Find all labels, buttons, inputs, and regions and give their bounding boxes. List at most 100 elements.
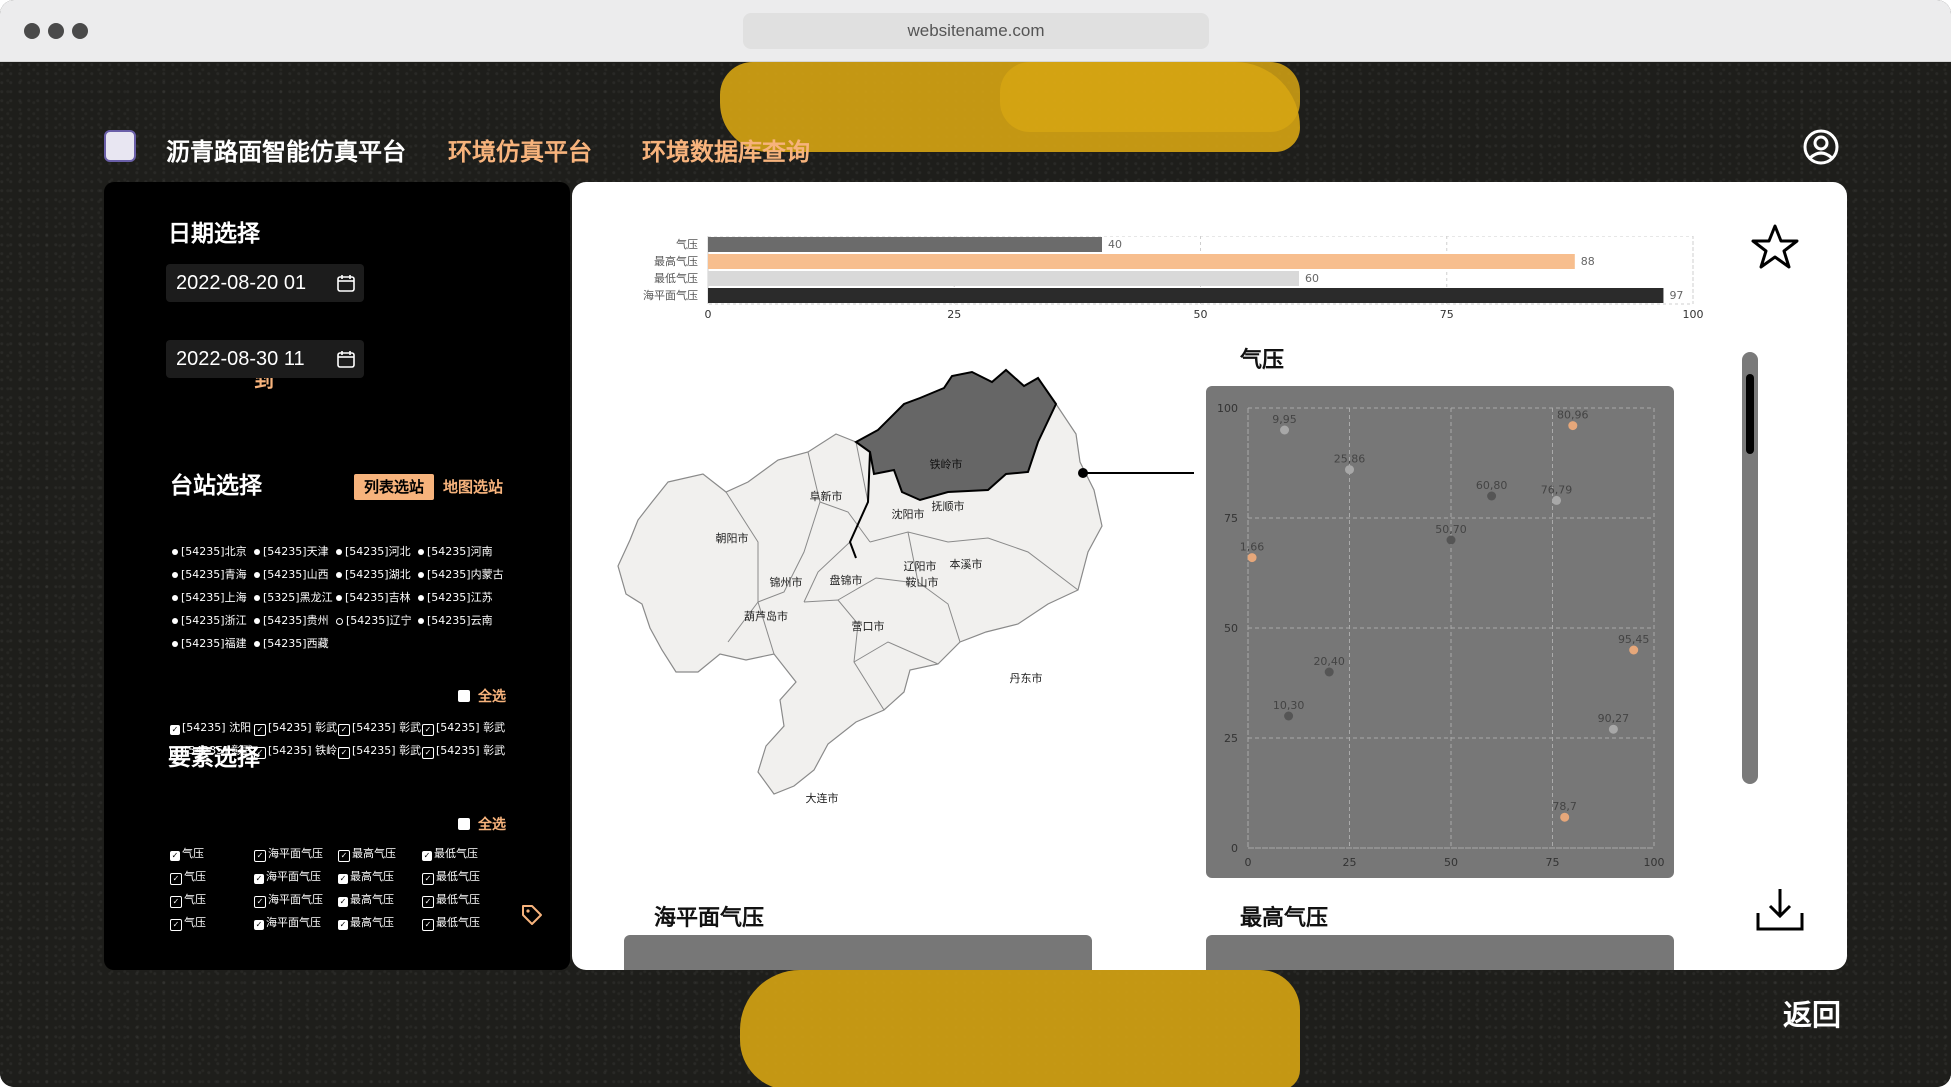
element-checkbox[interactable]: 气压: [170, 889, 254, 911]
scatter-point: [1629, 645, 1639, 655]
max-pressure-title: 最高气压: [1240, 906, 1329, 931]
scatter-x-tick-label: 100: [1644, 856, 1665, 869]
scatter-x-tick-label: 25: [1343, 856, 1357, 869]
bar: [708, 288, 1664, 303]
scatter-y-tick-label: 100: [1217, 402, 1238, 415]
station-option-selected[interactable]: [54235]辽宁: [336, 610, 418, 632]
tag-icon[interactable]: [520, 903, 544, 927]
bar-category-label: 气压: [676, 237, 698, 251]
date-section-title: 日期选择: [168, 221, 260, 247]
date-from-input[interactable]: 2022-08-20 01: [166, 264, 364, 302]
chosen-station-checkbox[interactable]: [54235] 彰武: [422, 740, 506, 762]
nav-env-simulation[interactable]: 环境仿真平台: [448, 132, 592, 167]
scatter-point: [1247, 553, 1257, 563]
element-checkbox[interactable]: 最高气压: [338, 843, 422, 865]
tab-map-select[interactable]: 地图选站: [443, 474, 503, 500]
station-option[interactable]: [54235]吉林: [336, 587, 418, 609]
scatter-point: [1560, 812, 1570, 822]
station-option[interactable]: [54235]湖北: [336, 564, 418, 586]
element-checkbox[interactable]: 海平面气压: [254, 866, 338, 888]
station-option[interactable]: [54235]江苏: [418, 587, 500, 609]
element-checkbox[interactable]: 最低气压: [422, 889, 506, 911]
date-to-value: 2022-08-30 11: [176, 348, 305, 370]
element-checkbox[interactable]: 最低气压: [422, 912, 506, 934]
liaoning-province-map[interactable]: 铁岭市阜新市沈阳市抚顺市朝阳市辽阳市 本溪市锦州市 盘锦市 鞍山市葫芦岛市营口市丹东市…: [608, 342, 1118, 862]
city-label: 朝阳市: [716, 531, 749, 545]
station-option[interactable]: [54235]山西: [254, 564, 336, 586]
browser-toolbar: websitename.com: [0, 0, 1951, 62]
city-label: 铁岭市: [930, 457, 963, 471]
bar-value-label: 88: [1581, 255, 1595, 268]
element-checkbox[interactable]: 海平面气压: [254, 912, 338, 934]
calendar-icon[interactable]: [336, 273, 356, 293]
element-bar-chart: 0 25 50 75 100 气压 40 最高气压 88 最低气压 60 海平面气压 97: [643, 236, 1704, 321]
element-checkbox[interactable]: 最高气压: [338, 889, 422, 911]
tab-list-select[interactable]: 列表选站: [354, 474, 434, 500]
station-option[interactable]: [5325]黑龙江: [254, 587, 336, 609]
station-option[interactable]: [54235]上海: [172, 587, 254, 609]
select-all-stations[interactable]: 全选: [458, 686, 506, 706]
scrollbar-thumb[interactable]: [1746, 374, 1754, 454]
address-bar[interactable]: websitename.com: [743, 13, 1209, 49]
chosen-station-checkbox[interactable]: [54235] 铁岭: [254, 740, 338, 762]
station-option[interactable]: [54235]西藏: [254, 633, 336, 655]
scatter-y-tick-label: 75: [1224, 512, 1238, 525]
element-checkbox[interactable]: 气压: [170, 866, 254, 888]
bar-category-label: 最高气压: [654, 254, 698, 268]
window-maximize-dot[interactable]: [72, 23, 88, 39]
element-checkbox[interactable]: 最高气压: [338, 912, 422, 934]
scatter-point-label: 80,96: [1557, 409, 1589, 422]
element-checkbox[interactable]: 最低气压: [422, 866, 506, 888]
chosen-station-checkbox[interactable]: [54235] 彰武: [422, 717, 506, 739]
scatter-point: [1487, 491, 1497, 501]
element-checkbox[interactable]: 最高气压: [338, 866, 422, 888]
station-option[interactable]: [54235]北京: [172, 541, 254, 563]
calendar-icon[interactable]: [336, 349, 356, 369]
star-favorite-icon[interactable]: [1750, 222, 1800, 272]
station-option[interactable]: [54235]贵州: [254, 610, 336, 632]
scatter-point: [1284, 711, 1294, 721]
station-option[interactable]: [54235]河北: [336, 541, 418, 563]
scatter-x-tick-label: 50: [1444, 856, 1458, 869]
station-option[interactable]: [54235]河南: [418, 541, 500, 563]
city-label: 沈阳市: [892, 507, 925, 521]
scatter-x-tick-label: 0: [1245, 856, 1252, 869]
bar-x-tick-label: 25: [947, 308, 961, 321]
chosen-station-checkbox[interactable]: [54235] 沈阳: [170, 717, 254, 739]
bar-category-label: 海平面气压: [643, 288, 698, 302]
station-section-title: 台站选择: [170, 473, 262, 499]
station-option[interactable]: [54235]云南: [418, 610, 500, 632]
station-option[interactable]: [54235]福建: [172, 633, 254, 655]
element-checkbox-grid: 气压海平面气压最高气压最低气压气压海平面气压最高气压最低气压气压海平面气压最高气…: [170, 842, 510, 934]
element-checkbox[interactable]: 海平面气压: [254, 889, 338, 911]
nav-env-database[interactable]: 环境数据库查询: [642, 132, 810, 167]
select-all-elements[interactable]: 全选: [458, 814, 506, 834]
back-button[interactable]: 返回: [1783, 992, 1841, 1034]
date-from-value: 2022-08-20 01: [176, 272, 307, 294]
scatter-point-label: 90,27: [1598, 712, 1630, 725]
city-label: 盘锦市: [830, 573, 863, 587]
scatter-x-tick-label: 75: [1546, 856, 1560, 869]
chosen-station-checkbox[interactable]: [54235] 彰武: [338, 717, 422, 739]
chosen-station-checkbox[interactable]: [54235] 彰武: [254, 717, 338, 739]
element-checkbox[interactable]: 最低气压: [422, 843, 506, 865]
window-minimize-dot[interactable]: [48, 23, 64, 39]
bar: [708, 271, 1299, 286]
app-stage: 沥青路面智能仿真平台 环境仿真平台 环境数据库查询 日期选择 2022-08-2…: [0, 62, 1951, 1087]
bar: [708, 237, 1102, 252]
station-option[interactable]: [54235]天津: [254, 541, 336, 563]
scatter-point: [1608, 724, 1618, 734]
station-option[interactable]: [54235]青海: [172, 564, 254, 586]
chosen-station-checkbox[interactable]: [54235] 彰武: [338, 740, 422, 762]
date-to-input[interactable]: 2022-08-30 11: [166, 340, 364, 378]
city-label: 大连市: [806, 791, 839, 805]
bar-x-tick-label: 100: [1683, 308, 1704, 321]
element-checkbox[interactable]: 海平面气压: [254, 843, 338, 865]
element-checkbox[interactable]: 气压: [170, 912, 254, 934]
element-checkbox[interactable]: 气压: [170, 843, 254, 865]
user-profile-icon[interactable]: [1802, 128, 1840, 166]
window-close-dot[interactable]: [24, 23, 40, 39]
station-option[interactable]: [54235]内蒙古: [418, 564, 504, 586]
station-option[interactable]: [54235]浙江: [172, 610, 254, 632]
download-icon[interactable]: [1754, 885, 1806, 933]
